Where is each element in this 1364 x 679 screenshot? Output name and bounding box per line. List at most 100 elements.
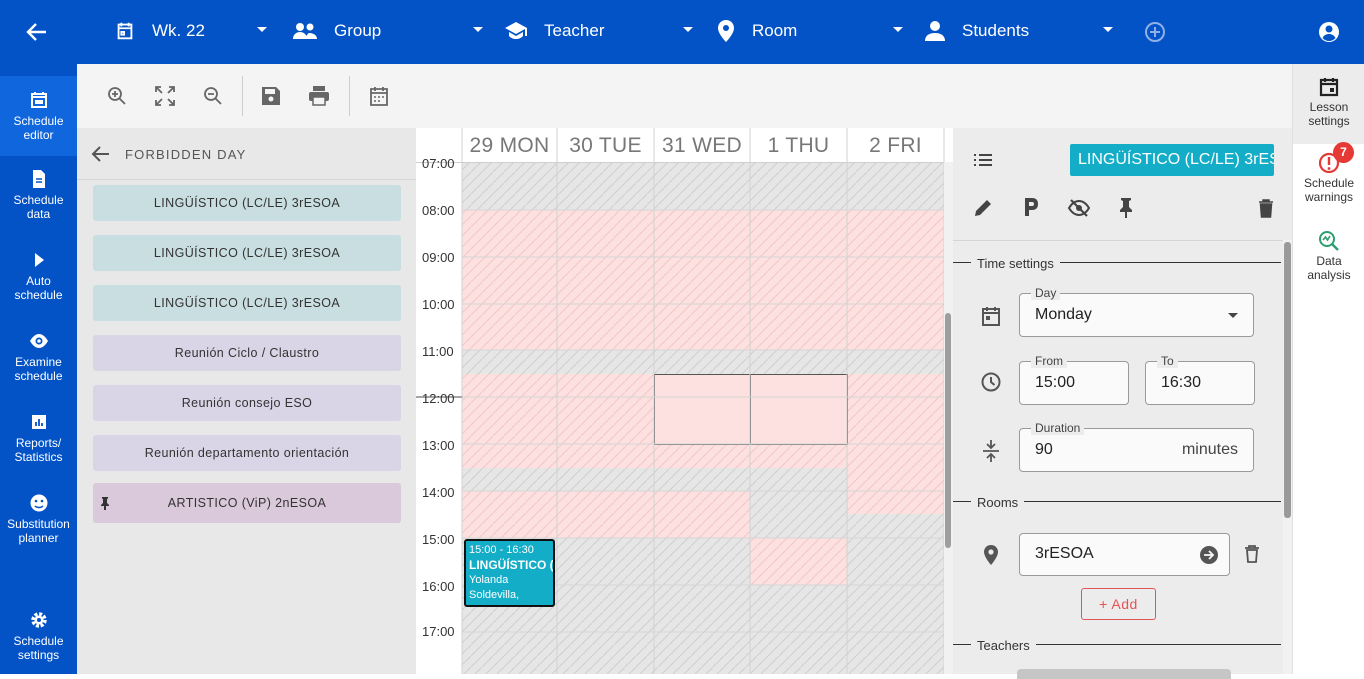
calendar-edit-icon [30,92,47,108]
duration-unit: minutes [1181,441,1238,458]
duration-field[interactable]: Duration 90 minutes [1019,421,1254,472]
list-item[interactable]: LINGÜÍSTICO (LC/LE) 3rESOA [93,185,401,221]
print-icon[interactable] [307,84,331,108]
to-label: To [1157,354,1178,368]
calendar-icon [117,22,133,40]
hide-icon[interactable] [1067,198,1091,218]
lesson-label: ARTISTICO (ViP) 2nESOA [167,496,327,510]
day-header-mon[interactable]: 29 MON [462,128,557,162]
zoom-in-icon[interactable] [105,84,129,108]
zoom-out-icon[interactable] [201,84,225,108]
nav-schedule-data[interactable]: Schedule data [0,169,77,229]
analytics-search-icon [1319,231,1339,251]
group-icon [293,23,317,39]
nav-label: Schedule [13,634,64,648]
week-calendar: 29 MON 30 TUE 31 WED 1 THU 2 FRI 07:00 0… [416,128,953,674]
rail-schedule-warnings[interactable]: 7 Schedule warnings [1293,142,1364,222]
rail-lesson-settings[interactable]: Lesson settings [1293,64,1364,144]
delete-room-icon[interactable] [1244,544,1260,564]
teacher-field[interactable] [1017,669,1231,679]
delete-icon[interactable] [1257,198,1275,218]
week-selector[interactable]: Wk. 22 [114,12,268,50]
day-label: Day [1031,286,1061,300]
lesson-label: Reunión departamento orientación [144,446,350,460]
time-label: 14:00 [422,485,455,500]
nav-label: editor [23,128,54,142]
lesson-label: LINGÜÍSTICO (LC/LE) 3rESOA [153,196,341,210]
nav-label: Statistics [14,450,63,464]
go-arrow-icon[interactable] [1199,545,1219,565]
account-icon[interactable] [1318,21,1340,43]
parking-icon[interactable] [1021,196,1041,218]
back-arrow-icon[interactable] [24,20,50,44]
list-item[interactable]: LINGÜÍSTICO (LC/LE) 3rESOA [93,285,401,321]
list-item[interactable]: ARTISTICO (ViP) 2nESOA [93,483,401,523]
nav-examine-schedule[interactable]: Examine schedule [0,331,77,391]
list-item[interactable]: Reunión departamento orientación [93,435,401,471]
day-header-thu[interactable]: 1 THU [750,128,847,162]
fit-screen-icon[interactable] [153,84,177,108]
day-header-wed[interactable]: 31 WED [654,128,750,162]
students-selector[interactable]: Students [924,12,1114,50]
duration-value: 90 [1035,441,1053,458]
pin-icon [101,497,109,510]
scrollbar-thumb[interactable] [1284,242,1291,518]
rail-label: Data [1316,254,1342,268]
nav-substitution-planner[interactable]: Substitution planner [0,493,77,553]
calendar-view-icon[interactable] [367,84,391,108]
lesson-chip: LINGÜÍSTICO (LC/LE) 3rESOA [1070,144,1274,176]
section-title-teachers: Teachers [971,638,1036,653]
add-room-button[interactable]: + Add [1081,588,1156,620]
compress-icon [981,439,1001,463]
list-item[interactable]: Reunión Ciclo / Claustro [93,335,401,371]
divider [953,240,1292,241]
to-time-field[interactable]: To 16:30 [1145,354,1255,405]
nav-schedule-editor[interactable]: Schedule editor [0,76,77,156]
nav-reports-statistics[interactable]: Reports/ Statistics [0,412,77,472]
from-time-field[interactable]: From 15:00 [1019,354,1129,405]
day-header-tue[interactable]: 30 TUE [557,128,654,162]
rail-data-analysis[interactable]: Data analysis [1293,230,1364,290]
save-icon[interactable] [259,84,283,108]
room-selector[interactable]: Room [716,12,904,50]
time-label: 12:00 [422,391,455,406]
gear-icon [30,612,47,628]
room-field[interactable]: 3rESOA [1019,533,1230,576]
play-icon [34,253,44,267]
add-filter-icon[interactable] [1144,21,1166,43]
chart-icon [31,415,46,429]
time-label: 13:00 [422,438,455,453]
list-title: FORBIDDEN DAY [125,147,247,162]
rail-label: settings [1308,114,1350,128]
teacher-selector[interactable]: Teacher [504,12,694,50]
back-arrow-icon[interactable] [91,145,111,163]
time-label: 10:00 [422,297,455,312]
nav-label: Examine [15,355,62,369]
event-title: LINGÜÍSTICO (I [469,558,555,572]
day-value: Monday [1035,306,1092,323]
duration-label: Duration [1031,421,1085,435]
list-item[interactable]: Reunión consejo ESO [93,385,401,421]
lesson-event[interactable]: 15:00 - 16:30 LINGÜÍSTICO (I Yolanda Sol… [464,539,555,607]
list-item[interactable]: LINGÜÍSTICO (LC/LE) 3rESOA [93,235,401,271]
time-label: 15:00 [422,532,455,547]
calendar-icon [1319,78,1339,97]
chevron-down-icon [683,27,693,32]
edit-icon[interactable] [973,198,993,218]
lesson-label: Reunión consejo ESO [181,396,313,410]
top-app-bar: Wk. 22 Group Teacher Room Students [0,0,1364,64]
nav-auto-schedule[interactable]: Auto schedule [0,250,77,310]
lesson-label: Reunión Ciclo / Claustro [174,346,320,360]
day-header-fri[interactable]: 2 FRI [847,128,944,162]
nav-schedule-settings[interactable]: Schedule settings [0,610,77,670]
editor-toolbar [77,64,1292,128]
chevron-down-icon [1228,313,1238,318]
time-label: 09:00 [422,250,455,265]
group-selector[interactable]: Group [292,12,484,50]
pin-icon[interactable] [1117,196,1135,218]
list-icon[interactable] [973,152,993,168]
from-label: From [1031,354,1067,368]
face-icon [30,494,47,512]
day-select[interactable]: Day Monday [1019,286,1254,337]
eye-icon [29,334,48,348]
